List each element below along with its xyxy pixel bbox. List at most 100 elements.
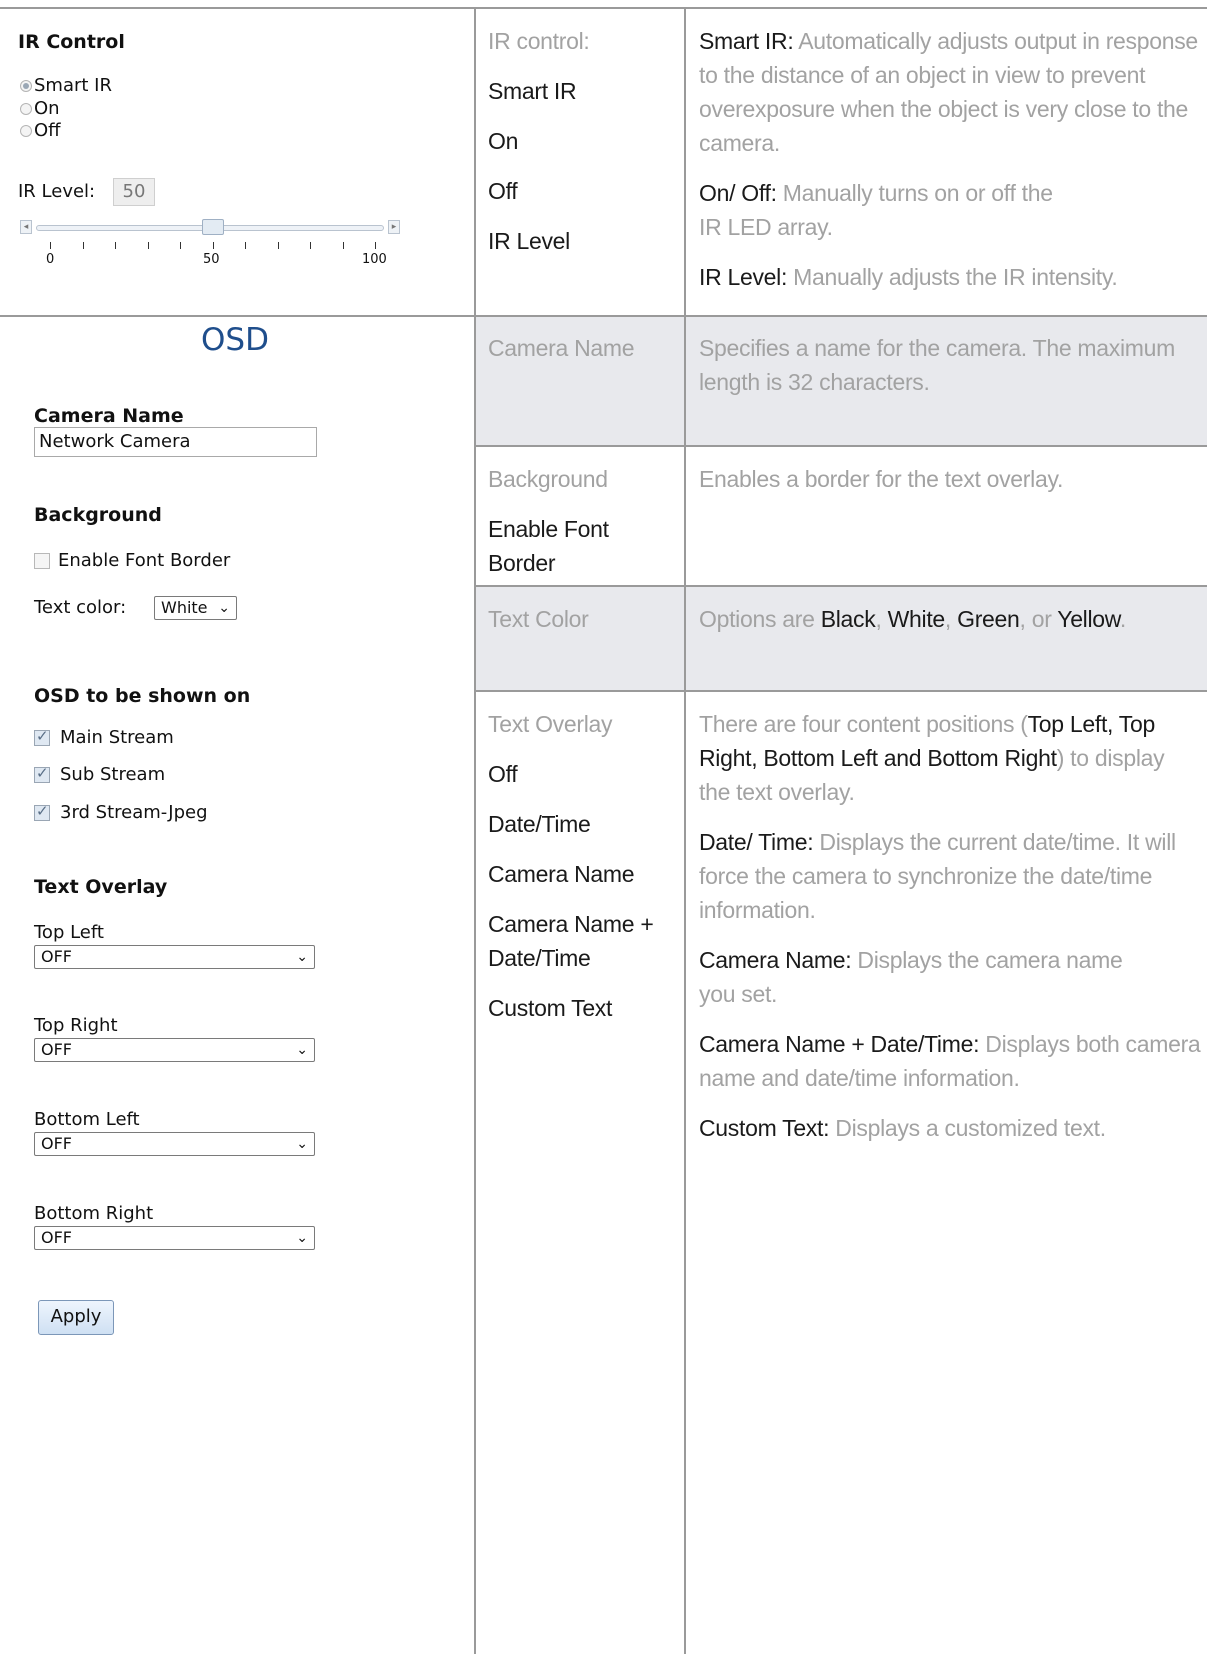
ir-item-off: Off	[488, 178, 518, 204]
text-color-select[interactable]: White ⌄	[154, 596, 237, 620]
ir-item-smart: Smart IR	[488, 78, 577, 104]
table-top-border	[0, 7, 1207, 9]
ir-slider-left-arrow[interactable]: ◂	[20, 220, 32, 234]
slider-tick	[342, 242, 344, 249]
row-divider-ir	[0, 315, 1207, 317]
slider-tick	[310, 242, 311, 249]
radio-label: Off	[34, 120, 61, 141]
osd-title: OSD	[201, 322, 269, 358]
text-overlay-description: There are four content positions (Top Le…	[699, 707, 1201, 1161]
background-desc: Enables a border for the text overlay.	[699, 466, 1064, 492]
color-option-green: Green	[957, 606, 1020, 632]
ir-desc-level: IR Level: Manually adjusts the IR intens…	[699, 260, 1199, 294]
overlay-bottom-left-label: Bottom Left	[34, 1109, 140, 1130]
row-divider-text-color	[476, 690, 1207, 692]
ir-option-on[interactable]: On	[20, 98, 60, 119]
desc-term: Smart IR:	[699, 28, 794, 54]
radio-smart-ir[interactable]	[20, 80, 32, 92]
ir-desc-onoff: On/ Off: Manually turns on or off the IR…	[699, 176, 1079, 244]
slider-tick	[82, 242, 84, 249]
ir-item-level: IR Level	[488, 228, 570, 254]
ir-option-smart[interactable]: Smart IR	[20, 75, 112, 96]
tick-label-max: 100	[362, 252, 387, 267]
sub-stream-checkbox[interactable]	[34, 764, 50, 783]
column-divider-1	[474, 7, 476, 1654]
overlay-top-left-select[interactable]: OFF ⌄	[34, 945, 315, 969]
text-overlay-label: Text Overlay	[34, 876, 168, 898]
slider-tick	[245, 242, 246, 249]
overlay-item-datetime: Date/Time	[488, 811, 591, 837]
text-color-value: White	[161, 598, 208, 617]
text-color-heading: Text Color	[488, 606, 589, 632]
overlay-top-right-value: OFF	[41, 1040, 72, 1059]
ir-desc-smart: Smart IR: Automatically adjusts output i…	[699, 24, 1199, 160]
apply-button[interactable]: Apply	[38, 1300, 114, 1335]
overlay-item-camera-name-datetime: Camera Name + Date/Time	[488, 911, 654, 971]
text-color-description: Options are Black, White, Green, or Yell…	[699, 602, 1199, 652]
ir-item-on: On	[488, 128, 519, 154]
overlay-item-camera-name: Camera Name	[488, 861, 635, 887]
overlay-desc-camera-name: Camera Name: Displays the camera name yo…	[699, 943, 1139, 1011]
camera-name-input[interactable]: Network Camera	[34, 427, 317, 457]
background-column: Background Enable Font Border	[488, 462, 678, 580]
overlay-bottom-right-select[interactable]: OFF ⌄	[34, 1226, 315, 1250]
osd-shown-on-label: OSD to be shown on	[34, 685, 251, 707]
desc-term: IR Level:	[699, 264, 788, 290]
slider-tick	[180, 242, 181, 249]
desc-text: .	[1119, 606, 1126, 632]
text-overlay-heading: Text Overlay	[488, 711, 613, 737]
stream-sub-option[interactable]: Sub Stream	[34, 764, 165, 785]
chevron-down-icon: ⌄	[296, 1230, 308, 1246]
stream-main-option[interactable]: Main Stream	[34, 727, 174, 748]
slider-tick	[115, 242, 116, 249]
stream-label: 3rd Stream-Jpeg	[60, 802, 208, 823]
ir-level-input[interactable]: 50	[113, 178, 155, 206]
desc-text: ,	[875, 606, 888, 632]
main-stream-checkbox[interactable]	[34, 727, 50, 746]
font-border-option[interactable]: Enable Font Border	[34, 550, 230, 571]
overlay-bottom-left-select[interactable]: OFF ⌄	[34, 1132, 315, 1156]
overlay-top-left-label: Top Left	[34, 922, 104, 943]
camera-name-desc: Specifies a name for the camera. The max…	[699, 335, 1175, 395]
overlay-top-right-select[interactable]: OFF ⌄	[34, 1038, 315, 1062]
color-option-yellow: Yellow	[1057, 606, 1120, 632]
radio-off[interactable]	[20, 125, 32, 137]
column-divider-2	[684, 7, 686, 1654]
text-overlay-column: Text Overlay Off Date/Time Camera Name C…	[488, 707, 678, 1025]
chevron-down-icon: ⌄	[218, 600, 230, 616]
ir-control-title: IR Control	[18, 31, 125, 53]
stream-jpeg-option[interactable]: 3rd Stream-Jpeg	[34, 802, 208, 823]
radio-on[interactable]	[20, 103, 32, 115]
slider-tick	[147, 242, 149, 249]
chevron-down-icon: ⌄	[296, 949, 308, 965]
chevron-down-icon: ⌄	[296, 1136, 308, 1152]
desc-text: There are four content positions (	[699, 711, 1028, 737]
background-item: Enable Font Border	[488, 516, 609, 576]
camera-name-description: Specifies a name for the camera. The max…	[699, 331, 1199, 415]
overlay-item-off: Off	[488, 761, 518, 787]
slider-tick	[50, 242, 51, 249]
ir-description-column: Smart IR: Automatically adjusts output i…	[699, 24, 1199, 310]
desc-term: Custom Text:	[699, 1115, 830, 1141]
row-divider-background	[476, 585, 1207, 587]
background-label: Background	[34, 504, 162, 526]
slider-tick	[375, 242, 376, 249]
jpeg-stream-checkbox[interactable]	[34, 802, 50, 821]
text-color-desc: Options are Black, White, Green, or Yell…	[699, 602, 1199, 636]
background-description: Enables a border for the text overlay.	[699, 462, 1199, 512]
tick-label-min: 0	[46, 252, 55, 267]
color-option-white: White	[887, 606, 946, 632]
ir-slider-thumb[interactable]	[201, 219, 224, 235]
font-border-checkbox[interactable]	[34, 553, 50, 569]
slider-tick	[277, 242, 279, 249]
overlay-bottom-right-label: Bottom Right	[34, 1203, 154, 1224]
ir-slider-right-arrow[interactable]: ▸	[388, 220, 400, 234]
overlay-desc-datetime: Date/ Time: Displays the current date/ti…	[699, 825, 1201, 927]
ir-option-off[interactable]: Off	[20, 120, 61, 141]
radio-label: On	[34, 98, 60, 119]
slider-tick	[212, 242, 214, 249]
desc-term: On/ Off:	[699, 180, 777, 206]
tick-label-mid: 50	[203, 252, 220, 267]
camera-name-heading: Camera Name	[488, 335, 635, 361]
overlay-bottom-right-value: OFF	[41, 1228, 72, 1247]
